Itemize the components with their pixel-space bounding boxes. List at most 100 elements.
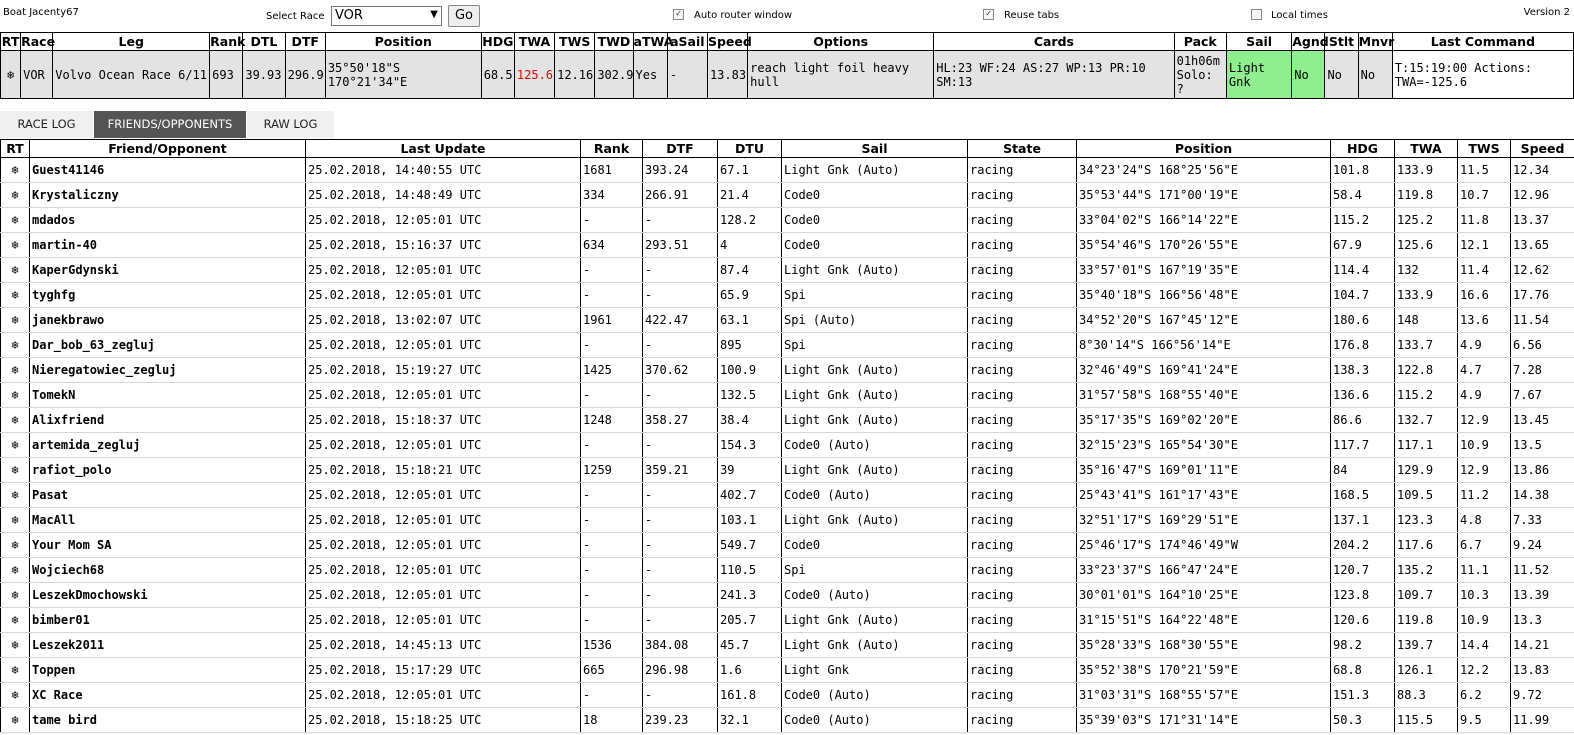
hdg-cell: 176.8 — [1330, 332, 1395, 358]
rank-cell: 665 — [580, 657, 643, 683]
col-header: Rank — [580, 139, 643, 158]
table-row: ❄ Krystaliczny 25.02.2018, 14:48:49 UTC 334… — [0, 182, 1574, 208]
friend-name-cell: martin-40 — [29, 232, 306, 258]
race-select[interactable]: VOR ▼ — [331, 6, 442, 26]
table-row: ❄ janekbrawo 25.02.2018, 13:02:07 UTC 1961 4… — [0, 307, 1574, 333]
router-icon[interactable]: ❄ — [0, 632, 30, 658]
hdg-cell: 123.8 — [1330, 582, 1395, 608]
last-update-cell: 25.02.2018, 12:05:01 UTC — [305, 482, 581, 508]
last-command-cell: T:15:19:00 Actions: TWA=-125.6 — [1391, 50, 1574, 99]
tws-cell: 12.1 — [1457, 232, 1511, 258]
dtf-cell: 296.98 — [642, 657, 718, 683]
speed-cell: 13.3 — [1510, 607, 1574, 633]
dtf-cell: - — [642, 332, 718, 358]
router-icon[interactable]: ❄ — [0, 282, 30, 308]
status-table: RT Race Leg Rank DTL DTF Position HDG TW… — [0, 32, 1574, 99]
dtu-cell: 549.7 — [717, 532, 782, 558]
col-header: Race — [20, 32, 56, 51]
rank-cell: - — [580, 207, 643, 233]
asail-cell: - — [666, 50, 708, 99]
dtf-cell: - — [642, 432, 718, 458]
hdg-cell: 104.7 — [1330, 282, 1395, 308]
dtu-cell: 45.7 — [717, 632, 782, 658]
friend-name-cell: artemida_zegluj — [29, 432, 306, 458]
tws-cell: 10.9 — [1457, 607, 1511, 633]
router-icon[interactable]: ❄ — [0, 257, 30, 283]
last-update-cell: 25.02.2018, 12:05:01 UTC — [305, 332, 581, 358]
col-header: Last Update — [305, 139, 581, 158]
rank-cell: 1248 — [580, 407, 643, 433]
auto-router-checkbox[interactable]: ✓ — [673, 9, 684, 20]
col-header: DTF — [642, 139, 718, 158]
dtu-cell: 32.1 — [717, 707, 782, 733]
twa-cell: 125.6 — [1394, 232, 1458, 258]
router-icon[interactable]: ❄ — [0, 657, 30, 683]
state-cell: racing — [967, 282, 1077, 308]
dtu-cell: 39 — [717, 457, 782, 483]
hdg-cell: 151.3 — [1330, 682, 1395, 708]
friend-name-cell: Wojciech68 — [29, 557, 306, 583]
position-cell: 34°52'20"S 167°45'12"E — [1076, 307, 1331, 333]
router-icon[interactable]: ❄ — [0, 707, 30, 733]
sail-cell: Code0 (Auto) — [781, 682, 968, 708]
speed-cell: 13.83 — [1510, 657, 1574, 683]
last-update-cell: 25.02.2018, 15:18:25 UTC — [305, 707, 581, 733]
sail-cell: Light Gnk (Auto) — [781, 457, 968, 483]
router-icon[interactable]: ❄ — [0, 432, 30, 458]
twa-cell: 125.6 — [513, 50, 556, 99]
friend-name-cell: Leszek2011 — [29, 632, 306, 658]
dtl-cell: 39.93 — [242, 50, 286, 99]
tws-cell: 10.7 — [1457, 182, 1511, 208]
table-row: ❄ bimber01 25.02.2018, 12:05:01 UTC - -205.7… — [0, 607, 1574, 633]
rank-cell: 693 — [209, 50, 244, 99]
router-icon[interactable]: ❄ — [0, 582, 30, 608]
friend-name-cell: Dar_bob_63_zegluj — [29, 332, 306, 358]
router-icon[interactable]: ❄ — [0, 332, 30, 358]
sail-cell: Spi — [781, 557, 968, 583]
hdg-cell: 68.5 — [480, 50, 515, 99]
speed-cell: 14.38 — [1510, 482, 1574, 508]
go-button[interactable]: Go — [448, 5, 480, 27]
position-cell: 35°39'03"S 171°31'14"E — [1076, 707, 1331, 733]
tws-cell: 12.9 — [1457, 457, 1511, 483]
router-icon[interactable]: ❄ — [0, 307, 30, 333]
sail-cell: Light Gnk (Auto) — [781, 607, 968, 633]
tws-cell: 14.4 — [1457, 632, 1511, 658]
tws-cell: 12.16 — [554, 50, 596, 99]
router-icon[interactable]: ❄ — [0, 407, 30, 433]
router-icon[interactable]: ❄ — [0, 682, 30, 708]
tab-race-log[interactable]: RACE LOG — [0, 111, 93, 138]
twa-cell: 88.3 — [1394, 682, 1458, 708]
rank-cell: - — [580, 532, 643, 558]
router-icon[interactable]: ❄ — [0, 482, 30, 508]
router-icon[interactable]: ❄ — [0, 382, 30, 408]
state-cell: racing — [967, 532, 1077, 558]
last-update-cell: 25.02.2018, 13:02:07 UTC — [305, 307, 581, 333]
router-icon[interactable]: ❄ — [0, 207, 30, 233]
position-cell: 35°28'33"S 168°30'55"E — [1076, 632, 1331, 658]
dtf-cell: 359.21 — [642, 457, 718, 483]
speed-cell: 12.62 — [1510, 257, 1574, 283]
twa-cell: 109.5 — [1394, 482, 1458, 508]
rank-cell: 1259 — [580, 457, 643, 483]
router-icon[interactable]: ❄ — [0, 357, 30, 383]
router-icon[interactable]: ❄ — [0, 50, 22, 99]
router-icon[interactable]: ❄ — [0, 232, 30, 258]
router-icon[interactable]: ❄ — [0, 157, 30, 183]
router-icon[interactable]: ❄ — [0, 507, 30, 533]
router-icon[interactable]: ❄ — [0, 607, 30, 633]
router-icon[interactable]: ❄ — [0, 457, 30, 483]
reuse-tabs-checkbox[interactable]: ✓ — [983, 9, 994, 20]
friend-name-cell: LeszekDmochowski — [29, 582, 306, 608]
position-cell: 32°51'17"S 169°29'51"E — [1076, 507, 1331, 533]
sail-cell: Spi — [781, 282, 968, 308]
hdg-cell: 180.6 — [1330, 307, 1395, 333]
router-icon[interactable]: ❄ — [0, 182, 30, 208]
router-icon[interactable]: ❄ — [0, 557, 30, 583]
tab-raw-log[interactable]: RAW LOG — [247, 111, 334, 138]
col-header: RT — [0, 139, 30, 158]
tab-friends-opponents[interactable]: FRIENDS/OPPONENTS — [94, 111, 246, 138]
router-icon[interactable]: ❄ — [0, 532, 30, 558]
rank-cell: - — [580, 482, 643, 508]
local-times-checkbox[interactable] — [1251, 9, 1262, 20]
